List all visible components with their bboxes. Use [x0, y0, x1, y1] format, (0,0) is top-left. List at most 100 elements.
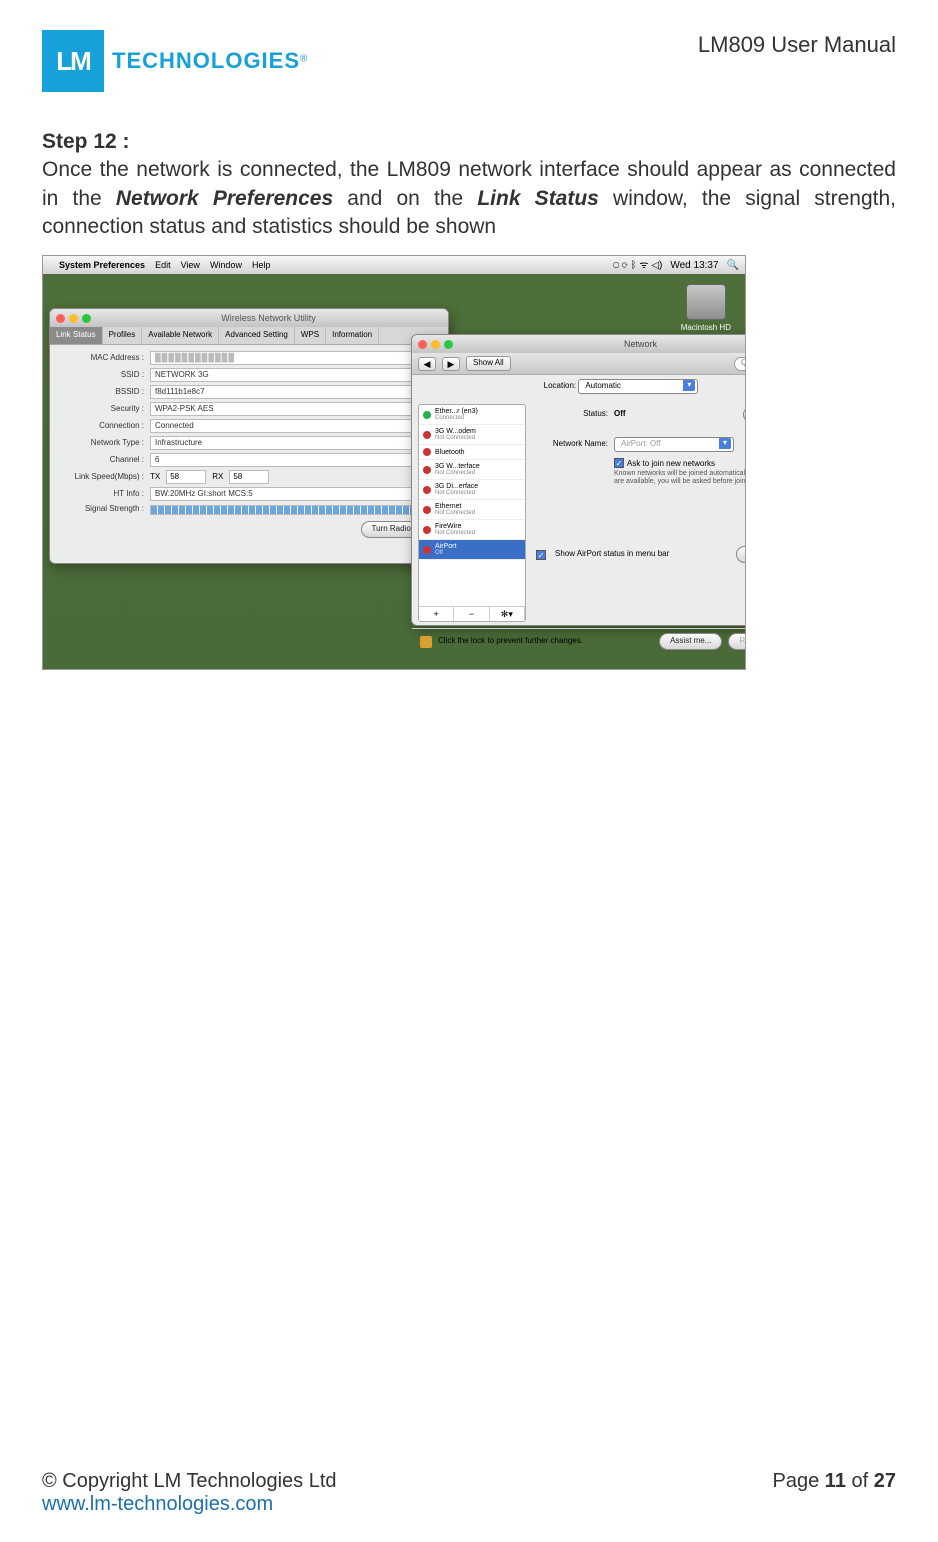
channel-label: Channel :: [58, 455, 150, 466]
minimize-icon[interactable]: [69, 314, 78, 323]
service-detail: Status: Off Turn AirPort On Network Name…: [532, 404, 746, 622]
menu-item[interactable]: Edit: [155, 259, 171, 271]
advanced-button[interactable]: Advanced...: [736, 546, 746, 563]
tab-advanced-setting[interactable]: Advanced Setting: [219, 327, 295, 344]
bssid-label: BSSID :: [58, 387, 150, 398]
close-icon[interactable]: [418, 340, 427, 349]
sidebar-service-item[interactable]: 3G Di...erfaceNot Connected: [419, 480, 525, 500]
sidebar-service-item[interactable]: EthernetNot Connected: [419, 500, 525, 520]
lock-icon[interactable]: [420, 636, 432, 648]
nettype-label: Network Type :: [58, 438, 150, 449]
speed-label: Link Speed(Mbps) :: [58, 472, 150, 483]
menubar: System Preferences Edit View Window Help…: [43, 256, 745, 274]
signal-label: Signal Strength :: [58, 504, 150, 515]
bssid-value: f8d111b1e8c7: [150, 385, 440, 399]
ask-checkbox[interactable]: ✓: [614, 458, 624, 468]
lock-text: Click the lock to prevent further change…: [438, 636, 583, 647]
step-paragraph: Once the network is connected, the LM809…: [42, 156, 896, 241]
rx-label: RX: [212, 472, 223, 483]
status-dot-icon: [423, 466, 431, 474]
mac-value: ████████████: [150, 351, 440, 365]
turn-airport-on-button[interactable]: Turn AirPort On: [743, 406, 746, 423]
sidebar-service-item[interactable]: Bluetooth: [419, 445, 525, 460]
assist-button[interactable]: Assist me...: [659, 633, 722, 650]
ht-value: BW:20MHz GI:short MCS:5: [150, 487, 440, 501]
tx-label: TX: [150, 472, 160, 483]
show-status-label: Show AirPort status in menu bar: [555, 549, 669, 560]
forward-button[interactable]: ▶: [442, 357, 460, 371]
status-dot-icon: [423, 411, 431, 419]
connection-label: Connection :: [58, 421, 150, 432]
status-dot-icon: [423, 506, 431, 514]
spotlight-icon[interactable]: 🔍: [727, 259, 739, 273]
show-status-checkbox[interactable]: ✓: [536, 550, 546, 560]
status-icons[interactable]: ◯ ⟳ ᛒ ᯤ ◁): [613, 259, 662, 273]
logo-text: TECHNOLOGIES: [112, 48, 300, 73]
netname-label: Network Name:: [536, 439, 608, 450]
nettype-value: Infrastructure: [150, 436, 440, 450]
step-heading: Step 12 :: [42, 128, 896, 156]
location-select[interactable]: Automatic: [578, 379, 698, 394]
logo-mark: LM: [42, 30, 104, 92]
search-input[interactable]: Q: [734, 357, 746, 371]
menu-item[interactable]: View: [181, 259, 200, 271]
sidebar-service-item[interactable]: Ether...r (en3)Connected: [419, 405, 525, 425]
channel-value: 6: [150, 453, 440, 467]
zoom-icon[interactable]: [444, 340, 453, 349]
location-label: Location:: [544, 381, 576, 390]
ssid-value: NETWORK 3G: [150, 368, 440, 382]
tab-information[interactable]: Information: [326, 327, 379, 344]
status-dot-icon: [423, 546, 431, 554]
logo: LM TECHNOLOGIES®: [42, 30, 307, 92]
status-label: Status:: [536, 409, 608, 420]
tab-bar: Link Status Profiles Available Network A…: [50, 327, 448, 345]
window-titlebar[interactable]: Wireless Network Utility: [50, 309, 448, 327]
network-prefs-window: Network ◀ ▶ Show All Q Location: Automat…: [411, 334, 746, 626]
ssid-label: SSID :: [58, 370, 150, 381]
sidebar-service-item[interactable]: AirPortOff: [419, 540, 525, 560]
tab-profiles[interactable]: Profiles: [103, 327, 143, 344]
add-service-button[interactable]: +: [419, 607, 454, 621]
status-dot-icon: [423, 526, 431, 534]
tab-link-status[interactable]: Link Status: [50, 327, 103, 344]
back-button[interactable]: ◀: [418, 357, 436, 371]
desktop-hd-icon[interactable]: Macintosh HD: [681, 284, 731, 334]
window-titlebar[interactable]: Network: [412, 335, 746, 353]
revert-button[interactable]: Revert: [728, 633, 746, 650]
connection-value: Connected: [150, 419, 440, 433]
menu-item[interactable]: Window: [210, 259, 242, 271]
show-all-button[interactable]: Show All: [466, 356, 511, 371]
status-dot-icon: [423, 431, 431, 439]
wireless-utility-window: Wireless Network Utility Link Status Pro…: [49, 308, 449, 564]
hd-label: Macintosh HD: [681, 323, 731, 334]
clock: Wed 13:37: [670, 259, 718, 273]
toolbar: ◀ ▶ Show All Q: [412, 353, 746, 375]
close-icon[interactable]: [56, 314, 65, 323]
tab-available-network[interactable]: Available Network: [142, 327, 219, 344]
ask-label: Ask to join new networks: [627, 459, 715, 468]
mac-label: MAC Address :: [58, 353, 150, 364]
window-title: Network: [457, 338, 746, 350]
zoom-icon[interactable]: [82, 314, 91, 323]
remove-service-button[interactable]: −: [454, 607, 489, 621]
netname-select[interactable]: AirPort: Off: [614, 437, 734, 452]
sidebar-service-item[interactable]: 3G W...terfaceNot Connected: [419, 460, 525, 480]
signal-bar: [150, 505, 420, 515]
status-dot-icon: [423, 448, 431, 456]
footer-link[interactable]: www.lm-technologies.com: [42, 1493, 273, 1515]
ht-label: HT Info :: [58, 489, 150, 500]
rx-value: 58: [229, 470, 269, 484]
screenshot: System Preferences Edit View Window Help…: [42, 255, 746, 670]
copyright: © Copyright LM Technologies Ltd: [42, 1470, 337, 1493]
service-actions-button[interactable]: ✻▾: [490, 607, 525, 621]
status-dot-icon: [423, 486, 431, 494]
status-value: Off: [614, 409, 626, 420]
tab-wps[interactable]: WPS: [295, 327, 326, 344]
page-title: LM809 User Manual: [698, 32, 896, 58]
menu-app[interactable]: System Preferences: [59, 259, 145, 271]
tx-value: 58: [166, 470, 206, 484]
minimize-icon[interactable]: [431, 340, 440, 349]
menu-item[interactable]: Help: [252, 259, 271, 271]
sidebar-service-item[interactable]: FireWireNot Connected: [419, 520, 525, 540]
sidebar-service-item[interactable]: 3G W...odemNot Connected: [419, 425, 525, 445]
